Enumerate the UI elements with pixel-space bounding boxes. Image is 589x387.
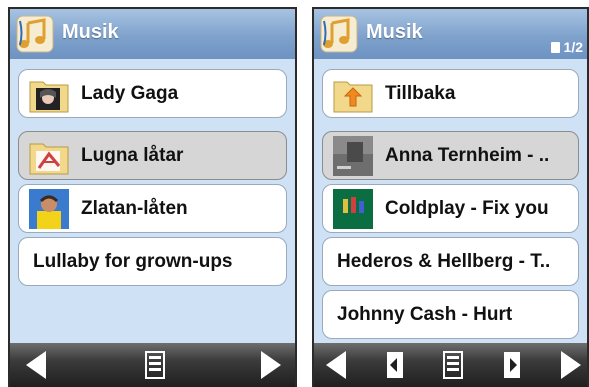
next-arrow-icon[interactable] <box>559 349 583 381</box>
list-item-coldplay[interactable]: Coldplay - Fix you <box>322 184 579 233</box>
left-screen: Musik Lady Gaga Lugna låtar Zlatan-låten… <box>8 7 297 387</box>
header-title: Musik <box>366 21 423 43</box>
header-bar: Musik 1/2 <box>314 9 587 59</box>
list-item-lullaby[interactable]: Lullaby for grown-ups <box>18 237 287 286</box>
list-item-anna-ternheim[interactable]: Anna Ternheim - .. <box>322 131 579 180</box>
item-label: Lady Gaga <box>81 82 179 104</box>
folder-photo-icon <box>29 81 69 112</box>
music-note-icon <box>16 15 54 53</box>
footer-toolbar <box>314 343 587 387</box>
album-cover-icon <box>333 135 373 176</box>
page-back-icon[interactable] <box>383 349 405 381</box>
page-forward-icon[interactable] <box>502 349 524 381</box>
page-indicator: 1/2 <box>550 39 583 55</box>
menu-icon[interactable] <box>144 349 166 381</box>
item-label: Coldplay - Fix you <box>385 197 549 219</box>
footer-toolbar <box>10 343 295 387</box>
list-item-lugna-latar[interactable]: Lugna låtar <box>18 131 287 180</box>
item-label: Lullaby for grown-ups <box>33 250 233 272</box>
list-item-lady-gaga[interactable]: Lady Gaga <box>18 69 287 118</box>
page-icon <box>550 41 560 53</box>
folder-beach-chair-icon <box>29 143 69 174</box>
list-item-tillbaka[interactable]: Tillbaka <box>322 69 579 118</box>
item-label: Zlatan-låten <box>81 197 188 219</box>
item-label: Johnny Cash - Hurt <box>337 303 513 325</box>
header-bar: Musik <box>10 9 295 59</box>
album-cover-icon <box>333 188 373 229</box>
header-title: Musik <box>62 21 119 43</box>
prev-arrow-icon[interactable] <box>324 349 348 381</box>
menu-icon[interactable] <box>442 349 464 381</box>
prev-arrow-icon[interactable] <box>24 349 48 381</box>
list-item-zlatan-laten[interactable]: Zlatan-låten <box>18 184 287 233</box>
item-label: Anna Ternheim - .. <box>385 144 550 166</box>
folder-back-arrow-icon <box>333 81 373 112</box>
music-note-icon <box>320 15 358 53</box>
right-screen: Musik 1/2 Tillbaka Anna Ternheim - .. Co… <box>312 7 589 387</box>
list-item-hederos-hellberg[interactable]: Hederos & Hellberg - T.. <box>322 237 579 286</box>
page-indicator-text: 1/2 <box>563 39 583 55</box>
list-item-johnny-cash[interactable]: Johnny Cash - Hurt <box>322 290 579 339</box>
item-label: Hederos & Hellberg - T.. <box>337 250 551 272</box>
item-label: Tillbaka <box>385 82 456 104</box>
next-arrow-icon[interactable] <box>259 349 283 381</box>
photo-icon <box>29 188 69 229</box>
item-label: Lugna låtar <box>81 144 184 166</box>
